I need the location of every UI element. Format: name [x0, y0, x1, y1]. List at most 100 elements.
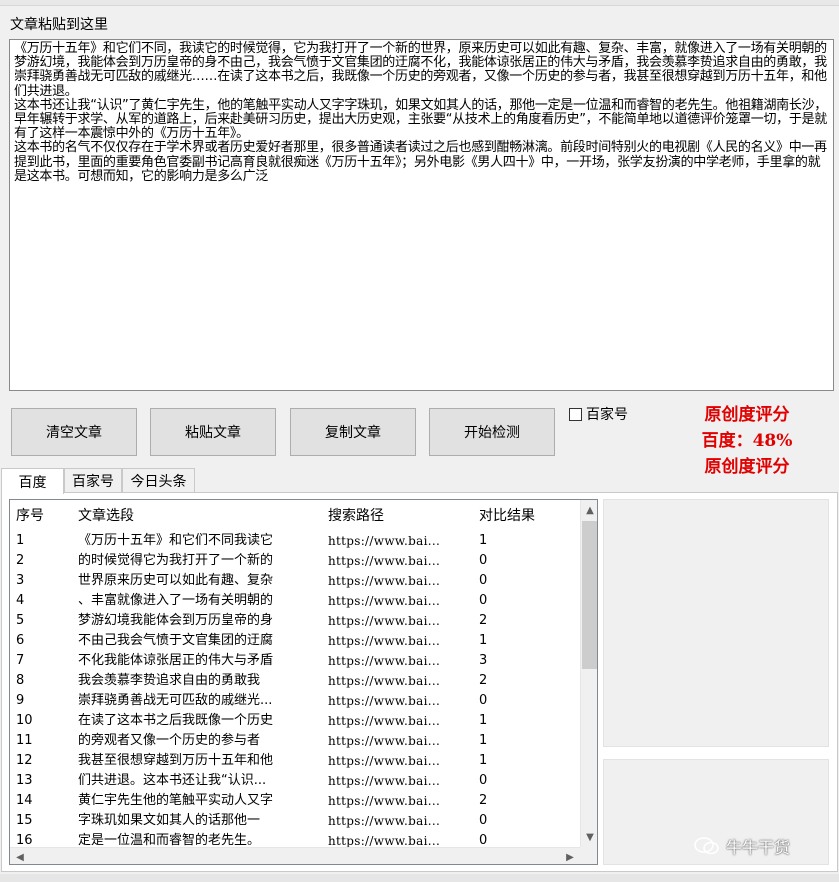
cell-search-path: https://www.bai...	[328, 654, 441, 668]
cell-segment: 黄仁宇先生他的笔触平实动人又字	[78, 793, 274, 808]
cell-search-path: https://www.bai...	[328, 754, 441, 768]
cell-segment: 们共进退。这本书还让我“认识...	[78, 773, 267, 788]
vertical-scroll-thumb[interactable]	[582, 521, 597, 669]
cell-compare-result: 0	[479, 693, 488, 708]
cell-segment: 的时候觉得它为我打开了一个新的	[78, 553, 274, 568]
cell-segment: 在读了这本书之后我既像一个历史	[78, 713, 274, 728]
cell-compare-result: 1	[479, 533, 488, 548]
clear-article-button[interactable]: 清空文章	[11, 408, 137, 456]
tab-baidu[interactable]: 百度	[1, 468, 64, 494]
score-value: 百度：48%	[701, 431, 793, 451]
cell-compare-result: 0	[479, 773, 488, 788]
baijiahao-checkbox[interactable]: 百家号	[569, 404, 628, 424]
copy-article-button[interactable]: 复制文章	[290, 408, 416, 456]
cell-index: 11	[16, 733, 33, 748]
table-row[interactable]: 4 、丰富就像进入了一场有关明朝的 https://www.bai... 0	[10, 591, 580, 611]
cell-segment: 字珠玑如果文如其人的话那他一	[78, 813, 261, 828]
cell-index: 9	[16, 693, 25, 708]
cell-compare-result: 3	[479, 653, 488, 668]
vertical-scrollbar[interactable]: ▲ ▼	[580, 500, 597, 847]
cell-segment: 不由己我会气愤于文官集团的迂腐	[78, 633, 274, 648]
cell-index: 4	[16, 593, 25, 608]
cell-search-path: https://www.bai...	[328, 554, 441, 568]
cell-index: 8	[16, 673, 25, 688]
cell-index: 6	[16, 633, 25, 648]
table-row[interactable]: 10 在读了这本书之后我既像一个历史 https://www.bai... 1	[10, 711, 580, 731]
cell-index: 13	[16, 773, 33, 788]
cell-index: 12	[16, 753, 33, 768]
scroll-left-icon[interactable]: ◀	[12, 849, 28, 864]
cell-segment: 《万历十五年》和它们不同我读它	[78, 533, 274, 548]
cell-search-path: https://www.bai...	[328, 774, 441, 788]
start-check-button[interactable]: 开始检测	[429, 408, 555, 456]
scroll-up-icon[interactable]: ▲	[582, 502, 597, 518]
paste-article-button[interactable]: 粘贴文章	[150, 408, 276, 456]
cell-segment: 不化我能体谅张居正的伟大与矛盾	[78, 653, 274, 668]
table-row[interactable]: 13 们共进退。这本书还让我“认识... https://www.bai... 0	[10, 771, 580, 791]
article-textarea[interactable]: 《万历十五年》和它们不同，我读它的时候觉得，它为我打开了一个新的世界，原来历史可…	[9, 39, 834, 391]
cell-search-path: https://www.bai...	[328, 794, 441, 808]
checkbox-box[interactable]	[569, 407, 582, 421]
cell-segment: 我会羡慕李贽追求自由的勇敢我	[78, 673, 261, 688]
cell-search-path: https://www.bai...	[328, 674, 441, 688]
cell-segment: 的旁观者又像一个历史的参与者	[78, 733, 261, 748]
tab-baijiahao[interactable]: 百家号	[64, 468, 122, 493]
cell-segment: 崇拜骁勇善战无可匹敌的戚继光...	[78, 693, 273, 708]
paste-label: 文章粘贴到这里	[10, 17, 108, 33]
window-bottom-edge	[0, 874, 839, 882]
cell-segment: 梦游幻境我能体会到万历皇帝的身	[78, 613, 274, 628]
cell-compare-result: 0	[479, 573, 488, 588]
scroll-down-icon[interactable]: ▼	[582, 829, 597, 845]
cell-compare-result: 0	[479, 553, 488, 568]
cell-index: 15	[16, 813, 33, 828]
cell-compare-result: 2	[479, 673, 488, 688]
cell-index: 1	[16, 533, 25, 548]
watermark: 牛牛干货	[694, 834, 790, 858]
table-row[interactable]: 1 《万历十五年》和它们不同我读它 https://www.bai... 1	[10, 531, 580, 551]
cell-search-path: https://www.bai...	[328, 814, 441, 828]
cell-segment: 世界原来历史可以如此有趣、复杂	[78, 573, 274, 588]
table-row[interactable]: 15 字珠玑如果文如其人的话那他一 https://www.bai... 0	[10, 811, 580, 831]
cell-segment: 、丰富就像进入了一场有关明朝的	[78, 593, 274, 608]
tab-toutiao[interactable]: 今日头条	[122, 468, 195, 493]
score-title: 原创度评分	[704, 405, 790, 425]
table-row[interactable]: 12 我甚至很想穿越到万历十五年和他 https://www.bai... 1	[10, 751, 580, 771]
table-row[interactable]: 9 崇拜骁勇善战无可匹敌的戚继光... https://www.bai... 0	[10, 691, 580, 711]
cell-index: 10	[16, 713, 33, 728]
window-top-edge	[0, 0, 839, 6]
header-segment[interactable]: 文章选段	[78, 500, 134, 530]
header-index[interactable]: 序号	[16, 500, 44, 530]
cell-search-path: https://www.bai...	[328, 694, 441, 708]
cell-index: 7	[16, 653, 25, 668]
table-row[interactable]: 8 我会羡慕李贽追求自由的勇敢我 https://www.bai... 2	[10, 671, 580, 691]
cell-index: 14	[16, 793, 33, 808]
table-row[interactable]: 5 梦游幻境我能体会到万历皇帝的身 https://www.bai... 2	[10, 611, 580, 631]
cell-compare-result: 1	[479, 753, 488, 768]
cell-compare-result: 2	[479, 613, 488, 628]
table-row[interactable]: 7 不化我能体谅张居正的伟大与矛盾 https://www.bai... 3	[10, 651, 580, 671]
cell-compare-result: 0	[479, 813, 488, 828]
cell-search-path: https://www.bai...	[328, 594, 441, 608]
score-title-2: 原创度评分	[704, 457, 790, 477]
cell-compare-result: 1	[479, 713, 488, 728]
results-table[interactable]: 序号 文章选段 搜索路径 对比结果 1 《万历十五年》和它们不同我读它 https:…	[9, 499, 598, 865]
header-compare-result[interactable]: 对比结果	[479, 500, 535, 530]
cell-compare-result: 0	[479, 593, 488, 608]
cell-compare-result: 2	[479, 793, 488, 808]
scroll-right-icon[interactable]: ▶	[562, 849, 578, 864]
horizontal-scrollbar[interactable]: ◀ ▶	[10, 847, 580, 864]
table-row[interactable]: 11 的旁观者又像一个历史的参与者 https://www.bai... 1	[10, 731, 580, 751]
cell-search-path: https://www.bai...	[328, 574, 441, 588]
header-search-path[interactable]: 搜索路径	[328, 500, 384, 530]
watermark-text: 牛牛干货	[726, 838, 791, 857]
table-row[interactable]: 6 不由己我会气愤于文官集团的迂腐 https://www.bai... 1	[10, 631, 580, 651]
table-row[interactable]: 2 的时候觉得它为我打开了一个新的 https://www.bai... 0	[10, 551, 580, 571]
table-row[interactable]: 14 黄仁宇先生他的笔触平实动人又字 https://www.bai... 2	[10, 791, 580, 811]
table-row[interactable]: 3 世界原来历史可以如此有趣、复杂 https://www.bai... 0	[10, 571, 580, 591]
wechat-icon	[694, 837, 719, 855]
cell-search-path: https://www.bai...	[328, 614, 441, 628]
cell-compare-result: 1	[479, 633, 488, 648]
cell-segment: 我甚至很想穿越到万历十五年和他	[78, 753, 274, 768]
cell-search-path: https://www.bai...	[328, 534, 441, 548]
cell-index: 2	[16, 553, 25, 568]
